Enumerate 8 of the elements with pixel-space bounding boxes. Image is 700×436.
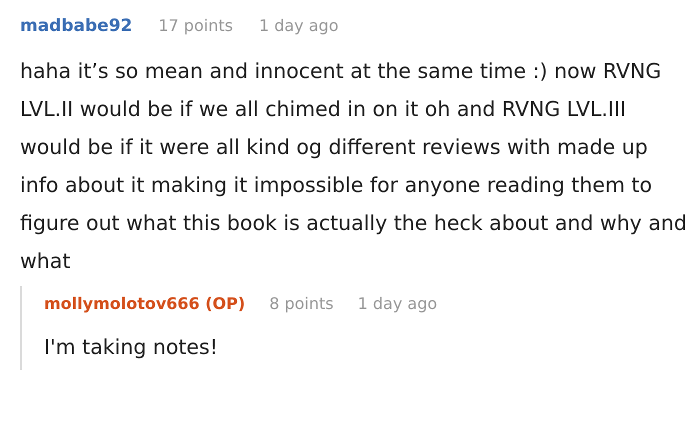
username-link[interactable]: mollymolotov666 (OP): [44, 294, 246, 313]
comment-text: I'm taking notes!: [44, 334, 219, 361]
comment-text: haha it’s so mean and innocent at the same time :) now RVNG LVL.II would be if we all chimed in on it oh and RVNG LVL.III would be if it were all kind og different reviews with made up info about it making it impossible for anyone reading them to figure out what this book is actually the heck about and why and what: [20, 58, 688, 275]
username-link[interactable]: madbabe92: [20, 16, 132, 36]
points-count: 17 points: [158, 16, 233, 35]
timestamp: 1 day ago: [258, 16, 338, 35]
points-count: 8 points: [269, 294, 334, 313]
timestamp: 1 day ago: [358, 294, 438, 313]
